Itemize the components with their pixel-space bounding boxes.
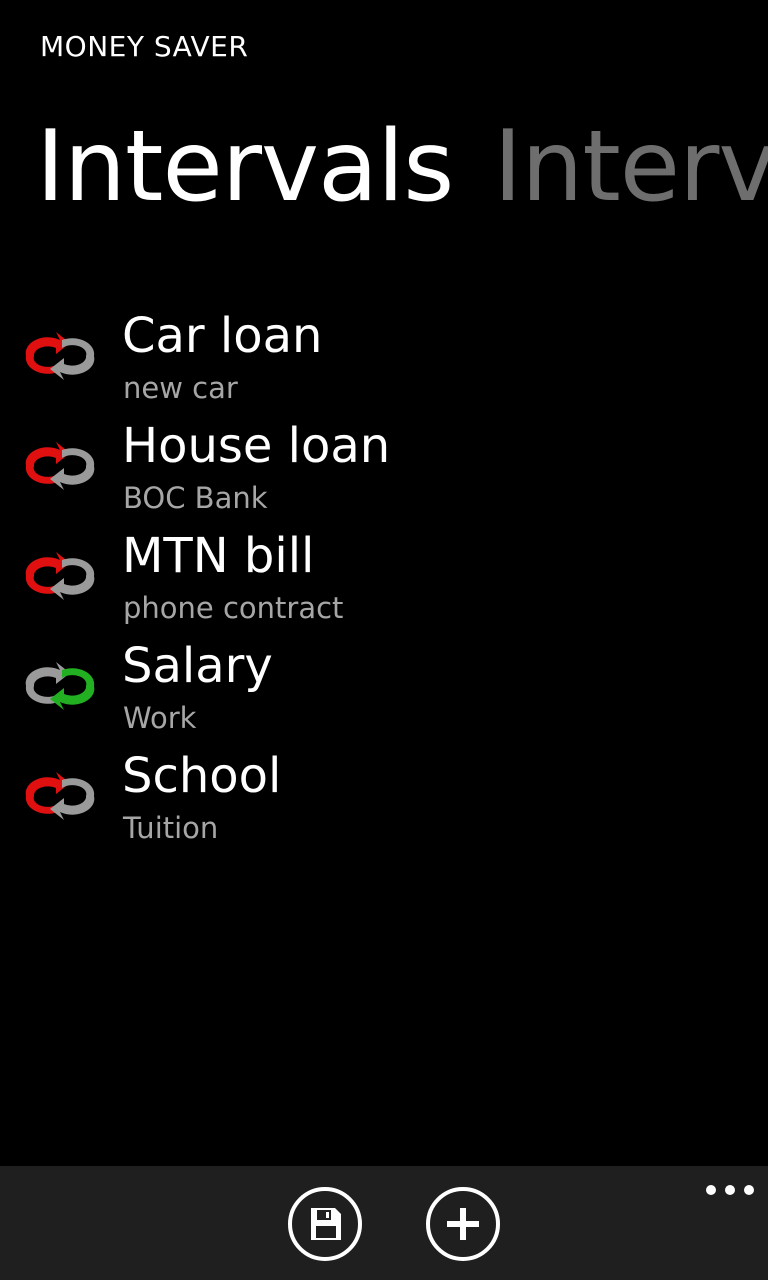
interval-subtitle: new car <box>123 371 238 405</box>
pivot-tab-next[interactable]: Intervals <box>493 102 768 232</box>
list-item[interactable]: School Tuition <box>0 746 768 856</box>
expense-cycle-icon <box>25 552 95 600</box>
expense-cycle-icon <box>25 332 95 380</box>
pivot-header: Intervals Intervals <box>36 102 768 232</box>
dot-icon <box>725 1185 735 1195</box>
interval-subtitle: Tuition <box>123 811 219 845</box>
list-item[interactable]: Car loan new car <box>0 306 768 416</box>
dot-icon <box>744 1185 754 1195</box>
add-button[interactable] <box>426 1187 500 1261</box>
save-button[interactable] <box>288 1187 362 1261</box>
save-icon <box>311 1208 341 1240</box>
app-bar <box>0 1166 768 1280</box>
dot-icon <box>706 1185 716 1195</box>
interval-name: School <box>122 748 282 804</box>
interval-name: House loan <box>122 418 391 474</box>
interval-name: Salary <box>122 638 273 694</box>
list-item[interactable]: House loan BOC Bank <box>0 416 768 526</box>
interval-subtitle: BOC Bank <box>123 481 268 515</box>
interval-list: Car loan new car House loan BOC Bank MTN… <box>0 306 768 856</box>
list-item[interactable]: MTN bill phone contract <box>0 526 768 636</box>
interval-subtitle: phone contract <box>123 591 344 625</box>
expense-cycle-icon <box>25 772 95 820</box>
add-icon <box>447 1208 479 1240</box>
income-cycle-icon <box>25 662 95 710</box>
list-item[interactable]: Salary Work <box>0 636 768 746</box>
interval-name: MTN bill <box>122 528 315 584</box>
interval-name: Car loan <box>122 308 323 364</box>
pivot-tab-intervals[interactable]: Intervals <box>36 102 454 232</box>
app-title: MONEY SAVER <box>40 30 249 63</box>
expense-cycle-icon <box>25 442 95 490</box>
more-icon[interactable] <box>706 1180 754 1200</box>
interval-subtitle: Work <box>123 701 197 735</box>
